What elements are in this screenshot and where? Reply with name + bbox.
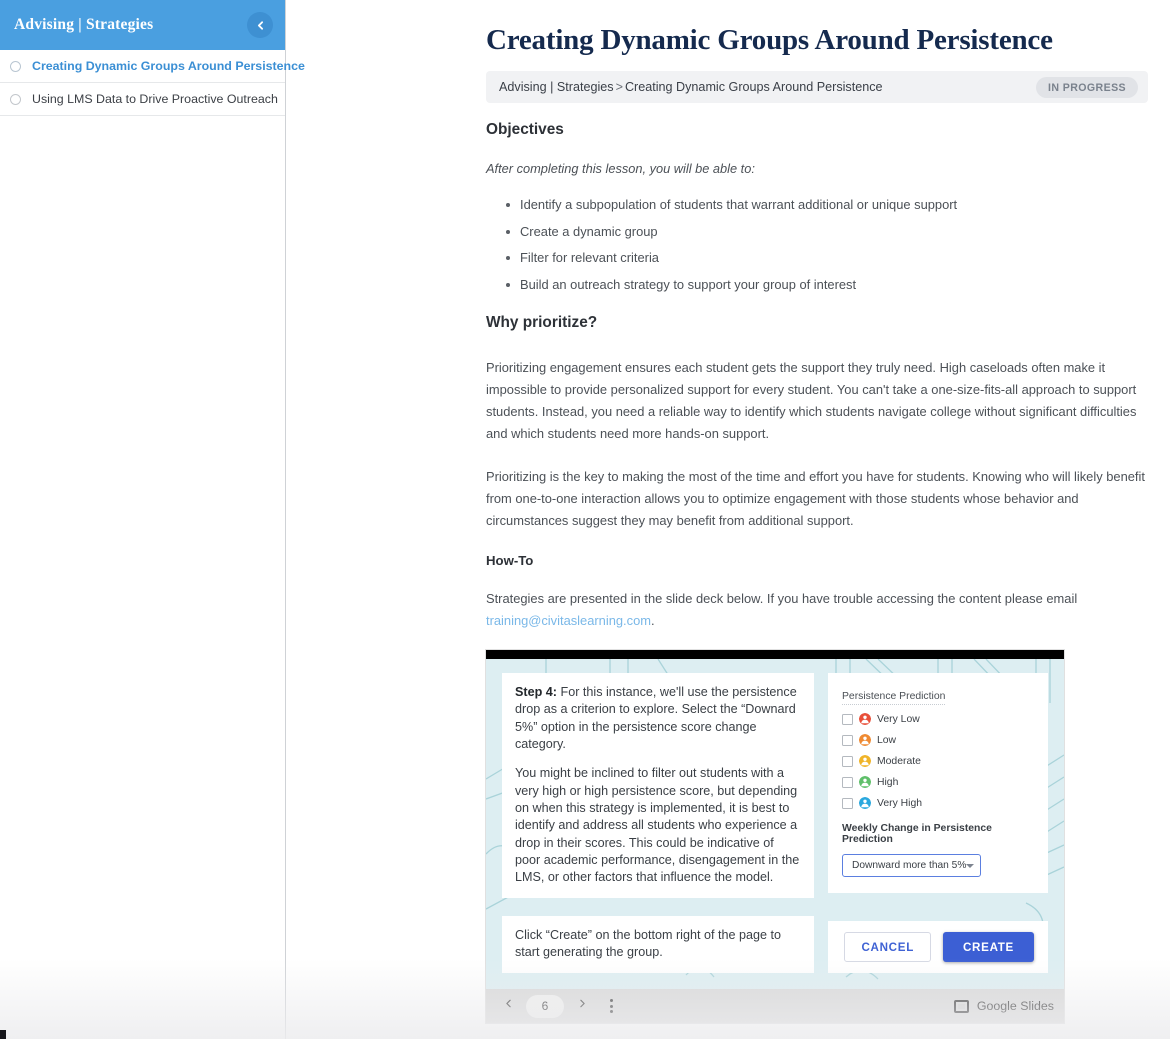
list-item: Build an outreach strategy to support yo… — [486, 277, 1148, 292]
slide-page-number[interactable]: 6 — [526, 994, 564, 1018]
breadcrumb-current: Creating Dynamic Groups Around Persisten… — [624, 80, 883, 94]
breadcrumb-separator: > — [615, 80, 623, 94]
persistence-prediction-label: Persistence Prediction — [842, 691, 946, 706]
slide-note-card: Click “Create” on the bottom right of th… — [502, 915, 814, 974]
filter-option-low[interactable]: Low — [842, 734, 1034, 747]
slide-step-text: For this instance, we'll use the persist… — [515, 685, 797, 752]
lesson-article: Creating Dynamic Groups Around Persisten… — [486, 0, 1148, 1024]
sidebar-item-label: Creating Dynamic Groups Around Persisten… — [32, 59, 305, 73]
filter-option-high[interactable]: High — [842, 776, 1034, 789]
person-icon — [859, 713, 871, 726]
deck-brand[interactable]: Google Slides — [953, 999, 1054, 1014]
slide-left-column: Step 4: For this instance, we'll use the… — [502, 673, 814, 974]
deck-toolbar: 6 Google Slides — [486, 989, 1064, 1024]
checkbox-unchecked-icon[interactable] — [842, 776, 853, 788]
slide-step-label: Step 4: — [515, 685, 557, 700]
person-icon — [859, 755, 871, 768]
list-item: Identify a subpopulation of students tha… — [486, 197, 1148, 212]
slide-right-column: Persistence Prediction Very Low Low Mode… — [828, 673, 1048, 974]
filter-option-very-low[interactable]: Very Low — [842, 713, 1034, 726]
slide-step-paragraph: Step 4: For this instance, we'll use the… — [515, 684, 801, 753]
sidebar-collapse-button[interactable] — [247, 12, 273, 38]
slide-paragraph-2: You might be inclined to filter out stud… — [515, 766, 800, 885]
weekly-change-selected-value: Downward more than 5% — [852, 860, 967, 872]
chevron-down-icon — [966, 863, 975, 868]
breadcrumb-parent[interactable]: Advising | Strategies — [499, 80, 614, 94]
checkbox-unchecked-icon[interactable] — [842, 755, 853, 767]
progress-circle-icon — [10, 60, 21, 72]
persistence-prediction-panel: Persistence Prediction Very Low Low Mode… — [828, 673, 1048, 894]
sidebar-item-label: Using LMS Data to Drive Proactive Outrea… — [32, 92, 278, 106]
breadcrumb-bar: Advising | Strategies > Creating Dynamic G… — [486, 71, 1148, 103]
page-title: Creating Dynamic Groups Around Persisten… — [486, 24, 1053, 56]
list-item: Create a dynamic group — [486, 224, 1148, 239]
slide-note-text: Click “Create” on the bottom right of th… — [515, 927, 782, 959]
deck-top-bar — [486, 650, 1064, 660]
how-to-paragraph: Strategies are presented in the slide de… — [486, 588, 1148, 633]
person-icon — [859, 776, 871, 789]
presentation-icon — [953, 999, 969, 1013]
checkbox-unchecked-icon[interactable] — [842, 734, 853, 746]
cancel-button[interactable]: CANCEL — [844, 932, 931, 963]
why-paragraph-2: Prioritizing is the key to making the mo… — [486, 468, 1145, 529]
weekly-change-label: Weekly Change in Persistence Prediction — [842, 823, 992, 846]
filter-option-very-high[interactable]: Very High — [842, 797, 1034, 810]
list-item: Filter for relevant criteria — [486, 250, 1148, 265]
slide-content: Step 4: For this instance, we'll use the… — [486, 659, 1064, 989]
why-paragraph-1: Prioritizing engagement ensures each stu… — [486, 359, 1137, 442]
deck-nav-controls: 6 — [495, 993, 624, 1019]
filter-option-moderate[interactable]: Moderate — [842, 755, 1034, 768]
filter-option-label: High — [877, 776, 899, 788]
sidebar-title: Advising | Strategies — [14, 16, 154, 33]
previous-slide-button[interactable] — [495, 993, 521, 1019]
breadcrumb: Advising | Strategies > Creating Dynamic G… — [499, 80, 883, 94]
objectives-intro: After completing this lesson, you will b… — [486, 161, 755, 176]
kebab-menu-icon — [609, 999, 613, 1014]
sidebar-header: Advising | Strategies — [0, 0, 285, 50]
main-content: Creating Dynamic Groups Around Persisten… — [286, 0, 1170, 1039]
checkbox-unchecked-icon[interactable] — [842, 713, 853, 725]
slide-deck-embed[interactable]: Step 4: For this instance, we'll use the… — [486, 650, 1064, 1024]
filter-option-label: Very Low — [877, 713, 920, 725]
objectives-heading: Objectives — [486, 121, 564, 138]
chevron-right-icon — [576, 997, 589, 1015]
filter-option-label: Moderate — [877, 755, 921, 767]
corner-artifact — [0, 1030, 6, 1039]
filter-option-label: Very High — [877, 797, 923, 809]
progress-circle-icon — [10, 93, 21, 105]
how-to-text-end: . — [650, 612, 655, 628]
support-email-link[interactable]: training@civitaslearning.com — [486, 613, 651, 628]
slide-canvas: Step 4: For this instance, we'll use the… — [486, 659, 1064, 990]
lesson-sidebar: Advising | Strategies Creating Dynamic G… — [0, 0, 305, 1039]
how-to-heading: How-To — [486, 552, 534, 568]
deck-brand-label: Google Slides — [976, 999, 1054, 1014]
weekly-change-select[interactable]: Downward more than 5% — [842, 854, 981, 878]
deck-menu-button[interactable] — [598, 993, 624, 1019]
sidebar-item-using-lms-data[interactable]: Using LMS Data to Drive Proactive Outrea… — [0, 83, 285, 116]
person-icon — [859, 797, 871, 810]
slide-action-bar: CANCEL CREATE — [828, 921, 1048, 974]
why-prioritize-heading: Why prioritize? — [486, 313, 598, 331]
how-to-text: Strategies are presented in the slide de… — [486, 590, 1078, 606]
create-button[interactable]: CREATE — [942, 932, 1034, 963]
next-slide-button[interactable] — [569, 993, 595, 1019]
filter-option-label: Low — [877, 734, 897, 746]
chevron-left-icon — [502, 997, 515, 1015]
checkbox-unchecked-icon[interactable] — [842, 797, 853, 809]
sidebar-item-creating-dynamic-groups[interactable]: Creating Dynamic Groups Around Persisten… — [0, 50, 305, 83]
slide-instruction-card: Step 4: For this instance, we'll use the… — [502, 673, 814, 899]
objectives-list: Identify a subpopulation of students tha… — [486, 197, 1148, 292]
person-icon — [859, 734, 871, 747]
status-badge: IN PROGRESS — [1036, 76, 1138, 98]
page-root: Advising | Strategies Creating Dynamic G… — [0, 0, 1170, 1039]
chevron-left-icon — [254, 19, 267, 32]
